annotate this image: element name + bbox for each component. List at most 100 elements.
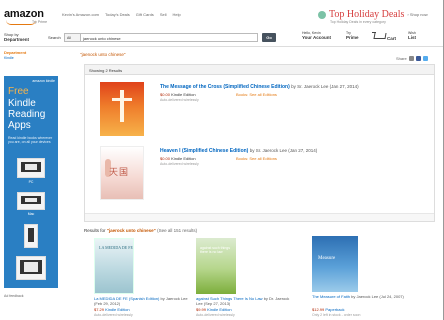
header: amazon Try Prime Kevin's Amazon.com Toda… [0,0,443,58]
holiday-promo[interactable]: Top Holiday Deals › Shop now [318,9,428,20]
book-other-formats[interactable]: Books: See all Editions [236,156,277,161]
price-format[interactable]: Kindle Edition [171,92,195,97]
result-byline: by Jaerock Lee (Jul 24, 2007) [351,294,404,299]
price-format[interactable]: Kindle Edition [171,156,195,161]
book-cover[interactable] [100,82,144,136]
share-label: Share [396,56,407,61]
result-availability: Only 2 left in stock - order soon [312,313,361,317]
result-title[interactable]: The Measure of Faith by Jaerock Lee (Jul… [312,294,422,299]
book-other-formats[interactable]: Books: See all Editions [236,92,277,97]
sidebar: Department Kindle [4,50,60,60]
search-label: Search [48,35,61,40]
top-nav: Kevin's Amazon.com Today's Deals Gift Ca… [62,12,181,17]
cart-button[interactable]: Cart [372,31,396,41]
book-byline: by Sr. Jaerock Lee (Jan 27, 2014) [249,148,318,153]
prime-menu[interactable]: Try Prime [346,31,359,40]
cross-icon [120,90,124,122]
nav-link[interactable]: Help [172,12,180,17]
ornament-icon [318,10,326,19]
shop-by-department[interactable]: Shop by Department [4,32,29,42]
share-bar: Share [396,56,428,61]
amazon-logo[interactable]: amazon Try Prime [4,8,52,25]
wish-line2: List [408,34,417,40]
ad-free: Free [8,86,29,97]
ad-kindle: Kindle [8,98,36,109]
book-price: $0.00 Kindle Edition [160,156,196,161]
logo-wordmark: amazon [4,8,44,20]
price-format[interactable]: Kindle Edition [105,307,129,312]
result-availability: Auto-delivered wirelessly [196,313,235,317]
nav-link[interactable]: Kevin's Amazon.com [62,12,99,17]
cover-title: LA MEDIDA DE FE [99,245,133,250]
results-heading: Results for "jaerock unto chinese" (See … [84,228,197,233]
result-price: $7.29 Kindle Edition [94,307,130,312]
see-all-results-link[interactable]: (See all 151 results) [157,228,197,233]
nav-link[interactable]: Today's Deals [105,12,130,17]
price-value: $7.29 [94,307,105,312]
result-title[interactable]: La MEDIDA DE FE (Spanish Edition) by Jae… [94,296,190,306]
twitter-share-icon[interactable] [422,56,428,61]
sidebar-title: Department [4,50,27,55]
book-title[interactable]: The Message of the Cross (Simplified Chi… [160,84,359,90]
ad-brand: amazon kindle [32,79,55,83]
price-value: $0.00 [160,92,171,97]
nav-link[interactable]: Gift Cards [136,12,154,17]
device-label-mac: Mac [27,212,35,216]
shop-by-line2: Department [4,37,30,42]
email-share-icon[interactable] [408,56,414,61]
result-cover[interactable]: against such things there is no law [196,238,236,294]
result-availability: Auto-delivered wirelessly [94,313,133,317]
holiday-link[interactable]: › Shop now [407,12,427,17]
panel-header: Showing 2 Results [85,65,434,75]
result-price: $12.99 Paperback [312,307,344,312]
result-title[interactable]: against Such Things There Is No Law by D… [196,296,292,306]
account-label: Your Account [302,34,331,40]
tablet-device-icon [17,158,45,178]
cover-title: 天国 [109,167,130,177]
book-byline: by Sr. Jaerock Lee (Jan 27, 2014) [291,84,359,89]
page: amazon Try Prime Kevin's Amazon.com Toda… [0,0,444,320]
search-input[interactable]: jaenock unto chinese [80,33,258,42]
device-label-pc: PC [28,180,34,184]
tablet-device-icon [16,256,46,280]
panel-footer [85,213,434,221]
book-title-text: The Message of the Cross (Simplified Chi… [160,84,290,90]
search-go-button[interactable]: Go [262,33,276,42]
book-title[interactable]: Heaven I (Simplified Chinese Edition) by… [160,148,317,154]
sidebar-item-kindle[interactable]: Kindle [4,56,60,60]
price-value: $0.00 [160,156,171,161]
nav-link[interactable]: Sell [160,12,167,17]
result-cover[interactable]: Measure [312,236,358,292]
cross-bar [112,98,132,101]
book-title-text: Heaven I (Simplified Chinese Edition) [160,148,249,154]
kindle-apps-ad[interactable]: amazon kindle Free Kindle Reading Apps R… [4,76,58,288]
prime-line2: Prime [346,34,359,40]
facebook-share-icon[interactable] [415,56,421,61]
book-price: $0.00 Kindle Edition [160,92,196,97]
search-breadcrumb: "jaenock unto chinese" [80,52,126,57]
header-divider [0,46,443,47]
price-value: $12.99 [312,307,325,312]
book-availability: Auto-delivered wirelessly [160,162,199,166]
price-format[interactable]: Kindle Edition [207,307,231,312]
results-prefix: Results for [84,228,106,233]
search-category-select[interactable]: All [64,33,80,42]
price-format[interactable]: Paperback [325,307,344,312]
ad-apps: Apps [8,120,31,131]
ad-feedback-link[interactable]: Ad feedback [4,294,23,298]
results-query: "jaerock unto chinese" [106,228,156,233]
result-title-text: The Measure of Faith [312,294,351,299]
result-price: $9.99 Kindle Edition [196,307,232,312]
price-value: $9.99 [196,307,207,312]
cart-icon [372,31,386,41]
ad-reading: Reading [8,109,46,120]
wishlist-menu[interactable]: Wish List [408,31,416,40]
holiday-title: Top Holiday Deals [329,9,405,20]
logo-sub[interactable]: Try Prime [32,20,47,24]
cover-title: against such things there is no law [200,246,230,254]
phone-device-icon [24,224,38,248]
account-menu[interactable]: Hello, Kevin Your Account [302,31,331,40]
cover-title: Measure [318,256,336,261]
book-cover[interactable]: 天国 [100,146,144,200]
result-cover[interactable]: LA MEDIDA DE FE [94,238,134,294]
